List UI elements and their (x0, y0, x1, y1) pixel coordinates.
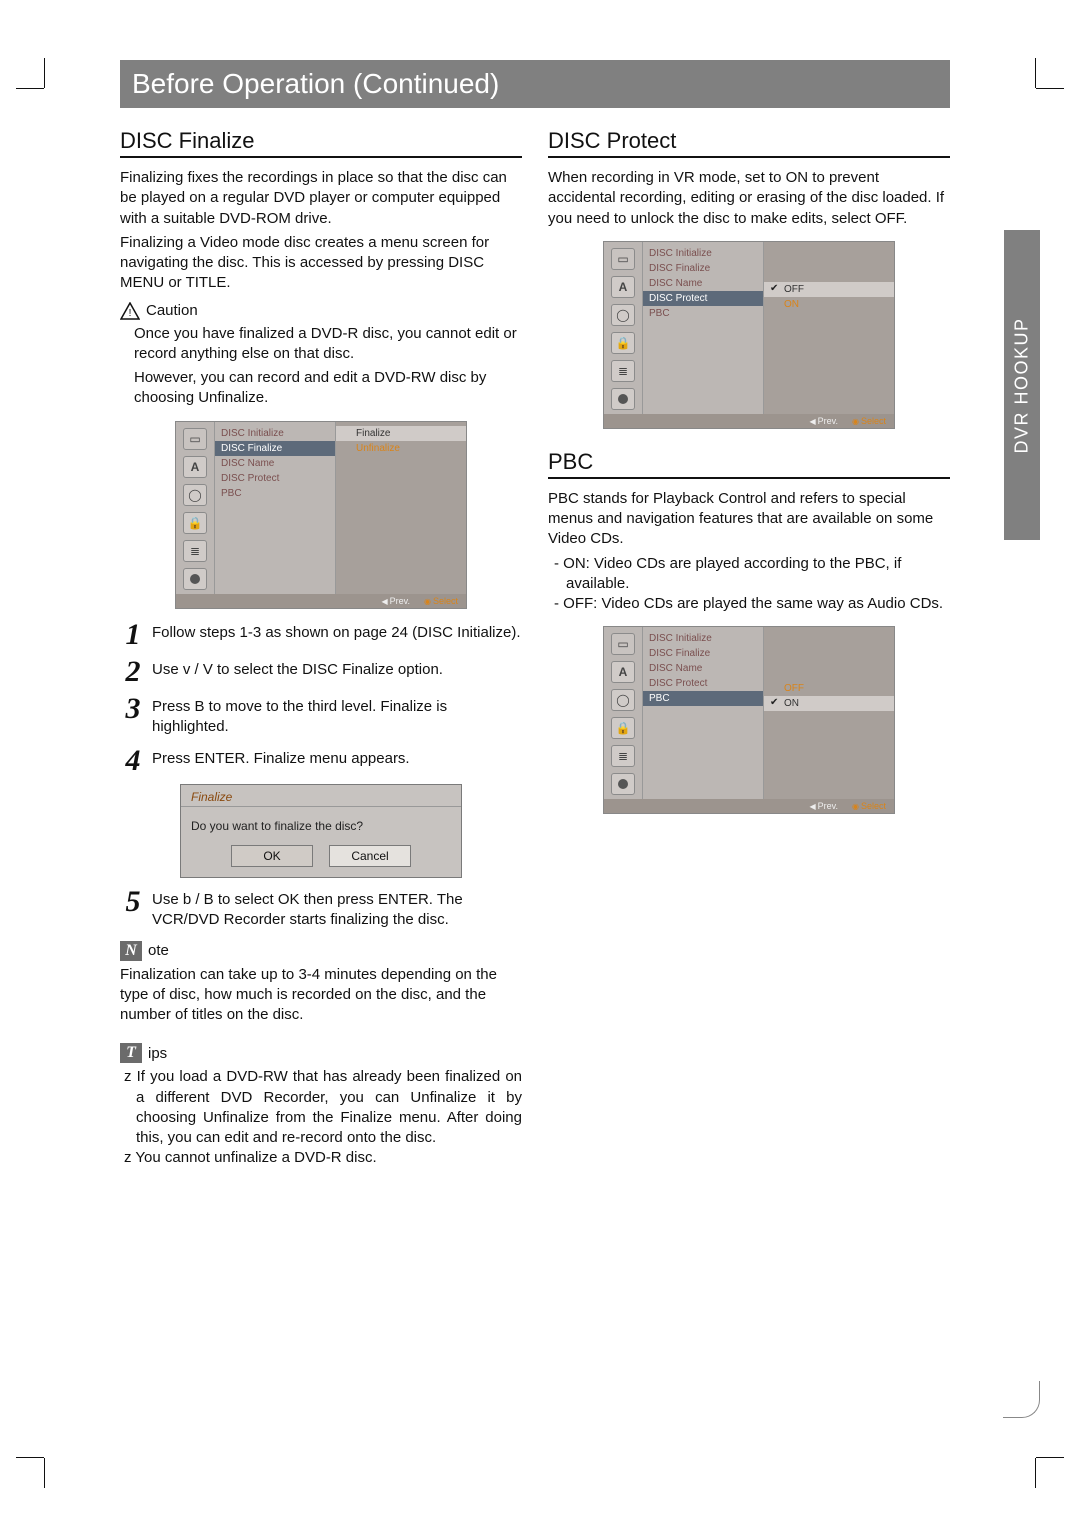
step-number: 4 (120, 747, 146, 774)
osd-select-label: Select (424, 596, 458, 606)
lock-icon: 🔒 (611, 717, 635, 739)
disc-dark-icon (611, 388, 635, 410)
osd-item[interactable]: DISC Protect (643, 676, 763, 691)
letter-a-icon: A (611, 661, 635, 683)
step-text: Use b / B to select OK then press ENTER.… (152, 888, 522, 931)
osd-item[interactable]: DISC Name (643, 276, 763, 291)
osd-option-checked[interactable]: OFF (764, 282, 894, 297)
page-curl-icon (1003, 1381, 1040, 1418)
finalize-dialog: Finalize Do you want to finalize the dis… (180, 784, 462, 878)
osd-option[interactable]: Unfinalize (336, 441, 466, 456)
osd-disc-protect: ▭ A ◯ 🔒 ≣ DISC Initialize DISC Finalize … (603, 241, 895, 429)
osd-item[interactable]: DISC Protect (215, 471, 335, 486)
step-number: 3 (120, 695, 146, 738)
tip-item: If you load a DVD-RW that has already be… (120, 1067, 522, 1148)
letter-a-icon: A (611, 276, 635, 298)
note-label: ote (148, 942, 169, 959)
osd-option[interactable]: ON (764, 297, 894, 312)
osd-option[interactable]: Finalize (336, 426, 466, 441)
ok-button[interactable]: OK (231, 845, 313, 867)
tips-label: ips (148, 1045, 167, 1062)
note-text: Finalization can take up to 3-4 minutes … (120, 965, 522, 1026)
step-text: Use v / V to select the DISC Finalize op… (152, 658, 522, 685)
left-column: DISC Finalize Finalizing fixes the recor… (120, 122, 522, 1173)
disc-dark-icon (183, 568, 207, 590)
osd-item[interactable]: DISC Name (643, 661, 763, 676)
caution-label: Caution (146, 302, 198, 319)
disc-icon: ◯ (611, 689, 635, 711)
osd-prev-label: Prev. (810, 416, 839, 426)
osd-item[interactable]: DISC Initialize (643, 246, 763, 261)
pbc-opt-off: OFF: Video CDs are played the same way a… (548, 594, 950, 614)
step-text: Press B to move to the third level. Fina… (152, 695, 522, 738)
lock-icon: 🔒 (183, 512, 207, 534)
note-icon: N (120, 941, 142, 961)
osd-item[interactable]: PBC (643, 306, 763, 321)
disc-icon: ◯ (611, 304, 635, 326)
osd-item[interactable]: DISC Finalize (643, 261, 763, 276)
osd-select-label: Select (852, 416, 886, 426)
osd-option[interactable]: OFF (764, 681, 894, 696)
osd-item[interactable]: PBC (215, 486, 335, 501)
side-tab: DVR HOOKUP (1004, 230, 1040, 540)
cancel-button[interactable]: Cancel (329, 845, 411, 867)
osd-option-checked[interactable]: ON (764, 696, 894, 711)
page-banner: Before Operation (Continued) (120, 60, 950, 108)
osd-item[interactable]: DISC Initialize (215, 426, 335, 441)
right-column: DISC Protect When recording in VR mode, … (548, 122, 950, 1173)
step-number: 1 (120, 621, 146, 648)
protect-text: When recording in VR mode, set to ON to … (548, 168, 950, 229)
osd-item-selected[interactable]: PBC (643, 691, 763, 706)
pbc-opt-on: ON: Video CDs are played according to th… (548, 554, 950, 595)
step-text: Press ENTER. Finalize menu appears. (152, 747, 522, 774)
osd-item-selected[interactable]: DISC Protect (643, 291, 763, 306)
list-icon: ≣ (611, 745, 635, 767)
osd-item[interactable]: DISC Name (215, 456, 335, 471)
svg-text:!: ! (129, 308, 132, 319)
letter-a-icon: A (183, 456, 207, 478)
section-title-pbc: PBC (548, 449, 950, 479)
osd-select-label: Select (852, 801, 886, 811)
step-text: Follow steps 1-3 as shown on page 24 (DI… (152, 621, 522, 648)
side-tab-label: DVR HOOKUP (1012, 317, 1033, 453)
osd-disc-finalize: ▭ A ◯ 🔒 ≣ DISC Initialize DISC Finalize … (175, 421, 467, 609)
osd-item[interactable]: DISC Initialize (643, 631, 763, 646)
osd-item-selected[interactable]: DISC Finalize (215, 441, 335, 456)
caution-icon: ! (120, 302, 140, 320)
tip-item: You cannot unfinalize a DVD-R disc. (120, 1148, 522, 1168)
list-icon: ≣ (611, 360, 635, 382)
lock-icon: 🔒 (611, 332, 635, 354)
tip-icon: T (120, 1043, 142, 1063)
pbc-text: PBC stands for Playback Control and refe… (548, 489, 950, 550)
caution-text-2: However, you can record and edit a DVD-R… (134, 368, 522, 409)
caution-text-1: Once you have finalized a DVD-R disc, yo… (134, 324, 522, 365)
dialog-title: Finalize (181, 785, 461, 807)
tv-icon: ▭ (183, 428, 207, 450)
step-number: 5 (120, 888, 146, 931)
disc-icon: ◯ (183, 484, 207, 506)
tv-icon: ▭ (611, 248, 635, 270)
tv-icon: ▭ (611, 633, 635, 655)
finalize-intro-2: Finalizing a Video mode disc creates a m… (120, 233, 522, 294)
disc-dark-icon (611, 773, 635, 795)
section-title-disc-finalize: DISC Finalize (120, 128, 522, 158)
osd-prev-label: Prev. (810, 801, 839, 811)
section-title-disc-protect: DISC Protect (548, 128, 950, 158)
finalize-intro-1: Finalizing fixes the recordings in place… (120, 168, 522, 229)
list-icon: ≣ (183, 540, 207, 562)
step-number: 2 (120, 658, 146, 685)
osd-pbc: ▭ A ◯ 🔒 ≣ DISC Initialize DISC Finalize … (603, 626, 895, 814)
dialog-body: Do you want to finalize the disc? (181, 807, 461, 839)
osd-prev-label: Prev. (382, 596, 411, 606)
osd-item[interactable]: DISC Finalize (643, 646, 763, 661)
